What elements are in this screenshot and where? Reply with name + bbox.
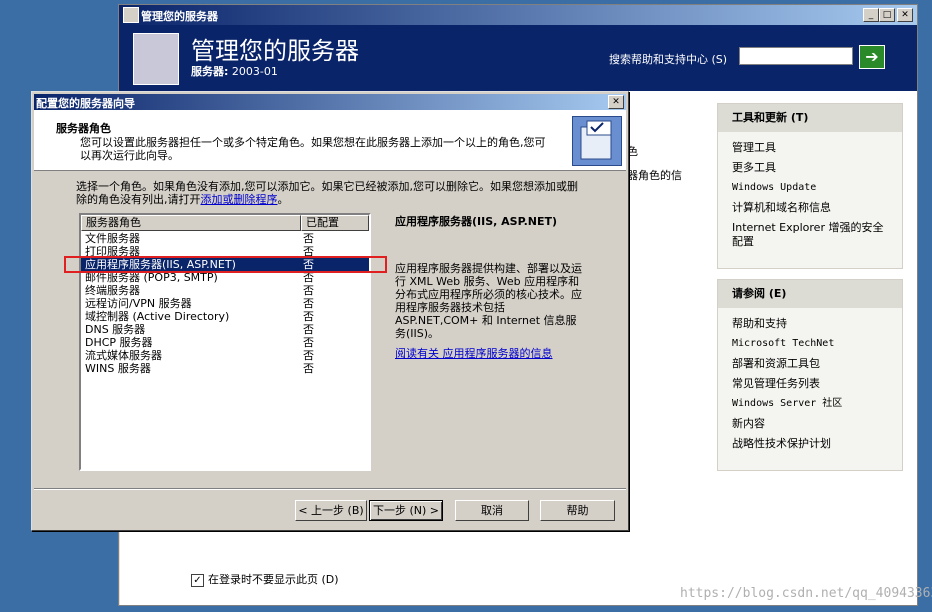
role-configured: 否	[303, 336, 314, 349]
manage-server-title: 管理您的服务器	[141, 10, 218, 23]
wizard-description: 您可以设置此服务器担任一个或多个特定角色。如果您想在此服务器上添加一个以上的角色…	[80, 136, 546, 162]
window-icon	[123, 7, 139, 23]
role-name: 域控制器 (Active Directory)	[85, 310, 230, 323]
role-name: 文件服务器	[85, 232, 140, 245]
role-configured: 否	[303, 284, 314, 297]
button-separator	[34, 488, 626, 490]
back-button[interactable]: < 上一步 (B)	[295, 500, 367, 521]
minimize-button[interactable]: _	[863, 8, 879, 22]
see-also-item[interactable]: Windows Server 社区	[718, 394, 902, 414]
see-also-item[interactable]: 常见管理任务列表	[718, 374, 902, 394]
dont-show-label: 在登录时不要显示此页 (D)	[208, 573, 339, 586]
dont-show-checkbox[interactable]: ✓	[191, 573, 204, 587]
server-checklist-icon	[572, 116, 622, 166]
manage-server-titlebar[interactable]: 管理您的服务器 _ □ ✕	[119, 5, 917, 25]
cancel-button[interactable]: 取消	[455, 500, 529, 521]
maximize-button[interactable]: □	[879, 8, 895, 22]
role-configured: 否	[303, 349, 314, 362]
banner-title: 管理您的服务器	[191, 37, 359, 65]
role-row[interactable]: WINS 服务器 否	[81, 362, 369, 375]
see-also-item[interactable]: 部署和资源工具包	[718, 354, 902, 374]
role-row[interactable]: DHCP 服务器 否	[81, 336, 369, 349]
configure-server-wizard: 配置您的服务器向导 ✕ 服务器角色 您可以设置此服务器担任一个或多个特定角色。如…	[31, 91, 629, 531]
wizard-title: 配置您的服务器向导	[36, 97, 135, 110]
instructions-text: 选择一个角色。如果角色没有添加,您可以添加它。如果它已经被添加,您可以删除它。如…	[76, 180, 578, 206]
role-row[interactable]: DNS 服务器 否	[81, 323, 369, 336]
wizard-titlebar[interactable]: 配置您的服务器向导 ✕	[34, 94, 626, 110]
role-row[interactable]: 域控制器 (Active Directory) 否	[81, 310, 369, 323]
see-also-item[interactable]: 新内容	[718, 414, 902, 434]
see-also-item[interactable]: Microsoft TechNet	[718, 334, 902, 354]
role-name: WINS 服务器	[85, 362, 151, 375]
tools-item[interactable]: Internet Explorer 增强的安全配置	[718, 218, 902, 252]
role-detail-description: 应用程序服务器提供构建、部署以及运行 XML Web 服务、Web 应用程序和分…	[395, 262, 582, 340]
server-name: 2003-01	[231, 65, 278, 78]
column-configured[interactable]: 已配置	[301, 215, 369, 231]
wizard-header: 服务器角色 您可以设置此服务器担任一个或多个特定角色。如果您想在此服务器上添加一…	[34, 110, 626, 171]
wizard-close-button[interactable]: ✕	[608, 95, 624, 109]
search-input[interactable]	[739, 47, 853, 65]
close-button[interactable]: ✕	[897, 8, 913, 22]
role-configured: 否	[303, 323, 314, 336]
server-label: 服务器:	[191, 65, 229, 78]
role-row[interactable]: 远程访问/VPN 服务器 否	[81, 297, 369, 310]
wizard-instructions: 选择一个角色。如果角色没有添加,您可以添加它。如果它已经被添加,您可以删除它。如…	[76, 180, 586, 206]
dont-show-option[interactable]: ✓ 在登录时不要显示此页 (D)	[191, 571, 339, 587]
role-name: DNS 服务器	[85, 323, 146, 336]
tools-panel-heading: 工具和更新 (T)	[718, 104, 902, 132]
role-row[interactable]: 文件服务器 否	[81, 232, 369, 245]
role-configured: 否	[303, 297, 314, 310]
tools-panel: 工具和更新 (T) 管理工具 更多工具 Windows Update 计算机和域…	[717, 103, 903, 269]
wizard-heading: 服务器角色	[56, 122, 111, 135]
see-also-item[interactable]: 帮助和支持	[718, 314, 902, 334]
role-configured: 否	[303, 232, 314, 245]
server-role-list[interactable]: 服务器角色 已配置 文件服务器否 打印服务器否 应用程序服务器(IIS, ASP…	[79, 213, 371, 471]
role-detail-title: 应用程序服务器(IIS, ASP.NET)	[395, 215, 558, 228]
next-button[interactable]: 下一步 (N) >	[369, 500, 443, 521]
role-row[interactable]: 流式媒体服务器 否	[81, 349, 369, 362]
tools-item[interactable]: 更多工具	[718, 158, 902, 178]
role-name: 终端服务器	[85, 284, 140, 297]
role-row[interactable]: 终端服务器 否	[81, 284, 369, 297]
tools-item[interactable]: Windows Update	[718, 178, 902, 198]
role-name: DHCP 服务器	[85, 336, 153, 349]
tools-item[interactable]: 管理工具	[718, 138, 902, 158]
tools-item[interactable]: 计算机和域名称信息	[718, 198, 902, 218]
see-also-panel: 请参阅 (E) 帮助和支持 Microsoft TechNet 部署和资源工具包…	[717, 279, 903, 471]
partially-hidden-text: 器角色的信	[627, 169, 682, 182]
role-list-header: 服务器角色 已配置	[81, 215, 369, 231]
search-go-button[interactable]: ➔	[859, 45, 885, 69]
see-also-heading: 请参阅 (E)	[718, 280, 902, 308]
role-name: 远程访问/VPN 服务器	[85, 297, 192, 310]
role-detail-link[interactable]: 阅读有关 应用程序服务器的信息	[395, 345, 553, 361]
server-icon	[133, 33, 179, 85]
server-info: 服务器: 2003-01	[191, 63, 278, 79]
annotation-highlight-box	[64, 256, 387, 273]
search-label: 搜索帮助和支持中心 (S)	[609, 53, 728, 66]
add-remove-programs-link[interactable]: 添加或删除程序	[201, 193, 278, 206]
role-configured: 否	[303, 310, 314, 323]
role-name: 流式媒体服务器	[85, 349, 162, 362]
watermark: https://blog.csdn.net/qq_40943363	[680, 586, 932, 601]
banner: 管理您的服务器 服务器: 2003-01 搜索帮助和支持中心 (S) ➔	[119, 25, 917, 91]
instructions-suffix: 。	[277, 193, 289, 206]
help-button[interactable]: 帮助	[540, 500, 615, 521]
column-server-role[interactable]: 服务器角色	[81, 215, 301, 231]
role-configured: 否	[303, 362, 314, 375]
see-also-item[interactable]: 战略性技术保护计划	[718, 434, 902, 454]
